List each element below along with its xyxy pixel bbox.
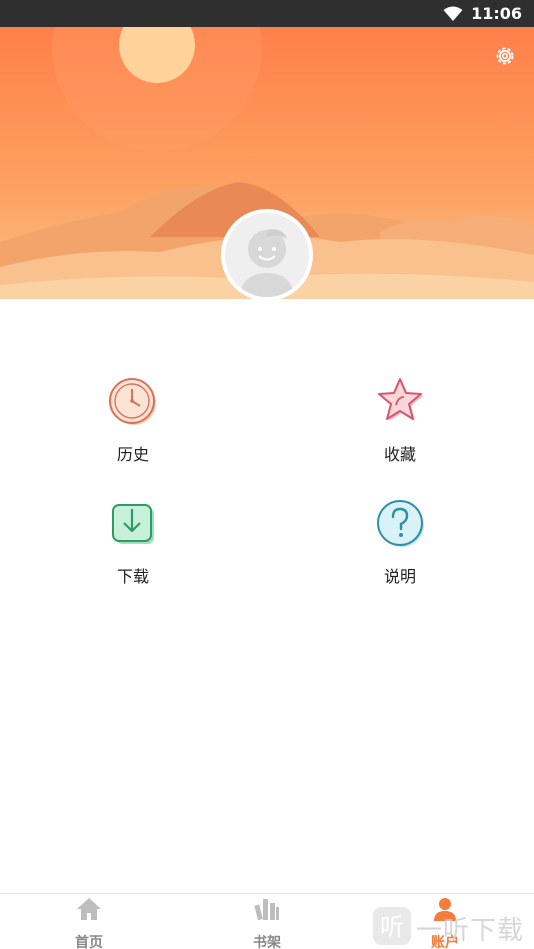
avatar[interactable] bbox=[221, 209, 313, 301]
home-icon bbox=[77, 898, 101, 920]
star-icon bbox=[378, 378, 423, 421]
default-avatar-icon bbox=[225, 213, 309, 297]
download-icon bbox=[112, 504, 154, 544]
settings-button[interactable] bbox=[493, 44, 517, 68]
menu-item-label: 历史 bbox=[116, 445, 149, 464]
menu-item-favorites[interactable]: 收藏 bbox=[340, 375, 460, 485]
nav-item-bookshelf[interactable]: 书架 bbox=[227, 894, 307, 949]
nav-item-home[interactable]: 首页 bbox=[49, 894, 129, 949]
watermark-text: 一听下载 bbox=[416, 916, 525, 946]
menu-item-label: 说明 bbox=[383, 567, 416, 586]
menu-item-help[interactable]: 说明 bbox=[340, 497, 460, 607]
nav-label: 首页 bbox=[75, 935, 103, 949]
gear-icon bbox=[496, 47, 514, 65]
question-icon bbox=[377, 500, 424, 547]
menu-item-label: 下载 bbox=[116, 567, 149, 586]
watermark-logo: 听 bbox=[373, 907, 411, 945]
bookshelf-icon bbox=[254, 899, 279, 921]
menu-item-label: 收藏 bbox=[383, 445, 416, 464]
svg-text:听: 听 bbox=[380, 913, 404, 941]
wifi-icon bbox=[443, 6, 463, 21]
watermark: 听 一听下载 bbox=[372, 906, 532, 948]
status-bar: 11:06 bbox=[0, 0, 534, 27]
status-time: 11:06 bbox=[471, 4, 522, 23]
nav-label: 书架 bbox=[253, 935, 281, 949]
menu-item-history[interactable]: 历史 bbox=[73, 375, 193, 485]
menu-item-download[interactable]: 下载 bbox=[73, 497, 193, 607]
clock-icon bbox=[109, 378, 156, 425]
